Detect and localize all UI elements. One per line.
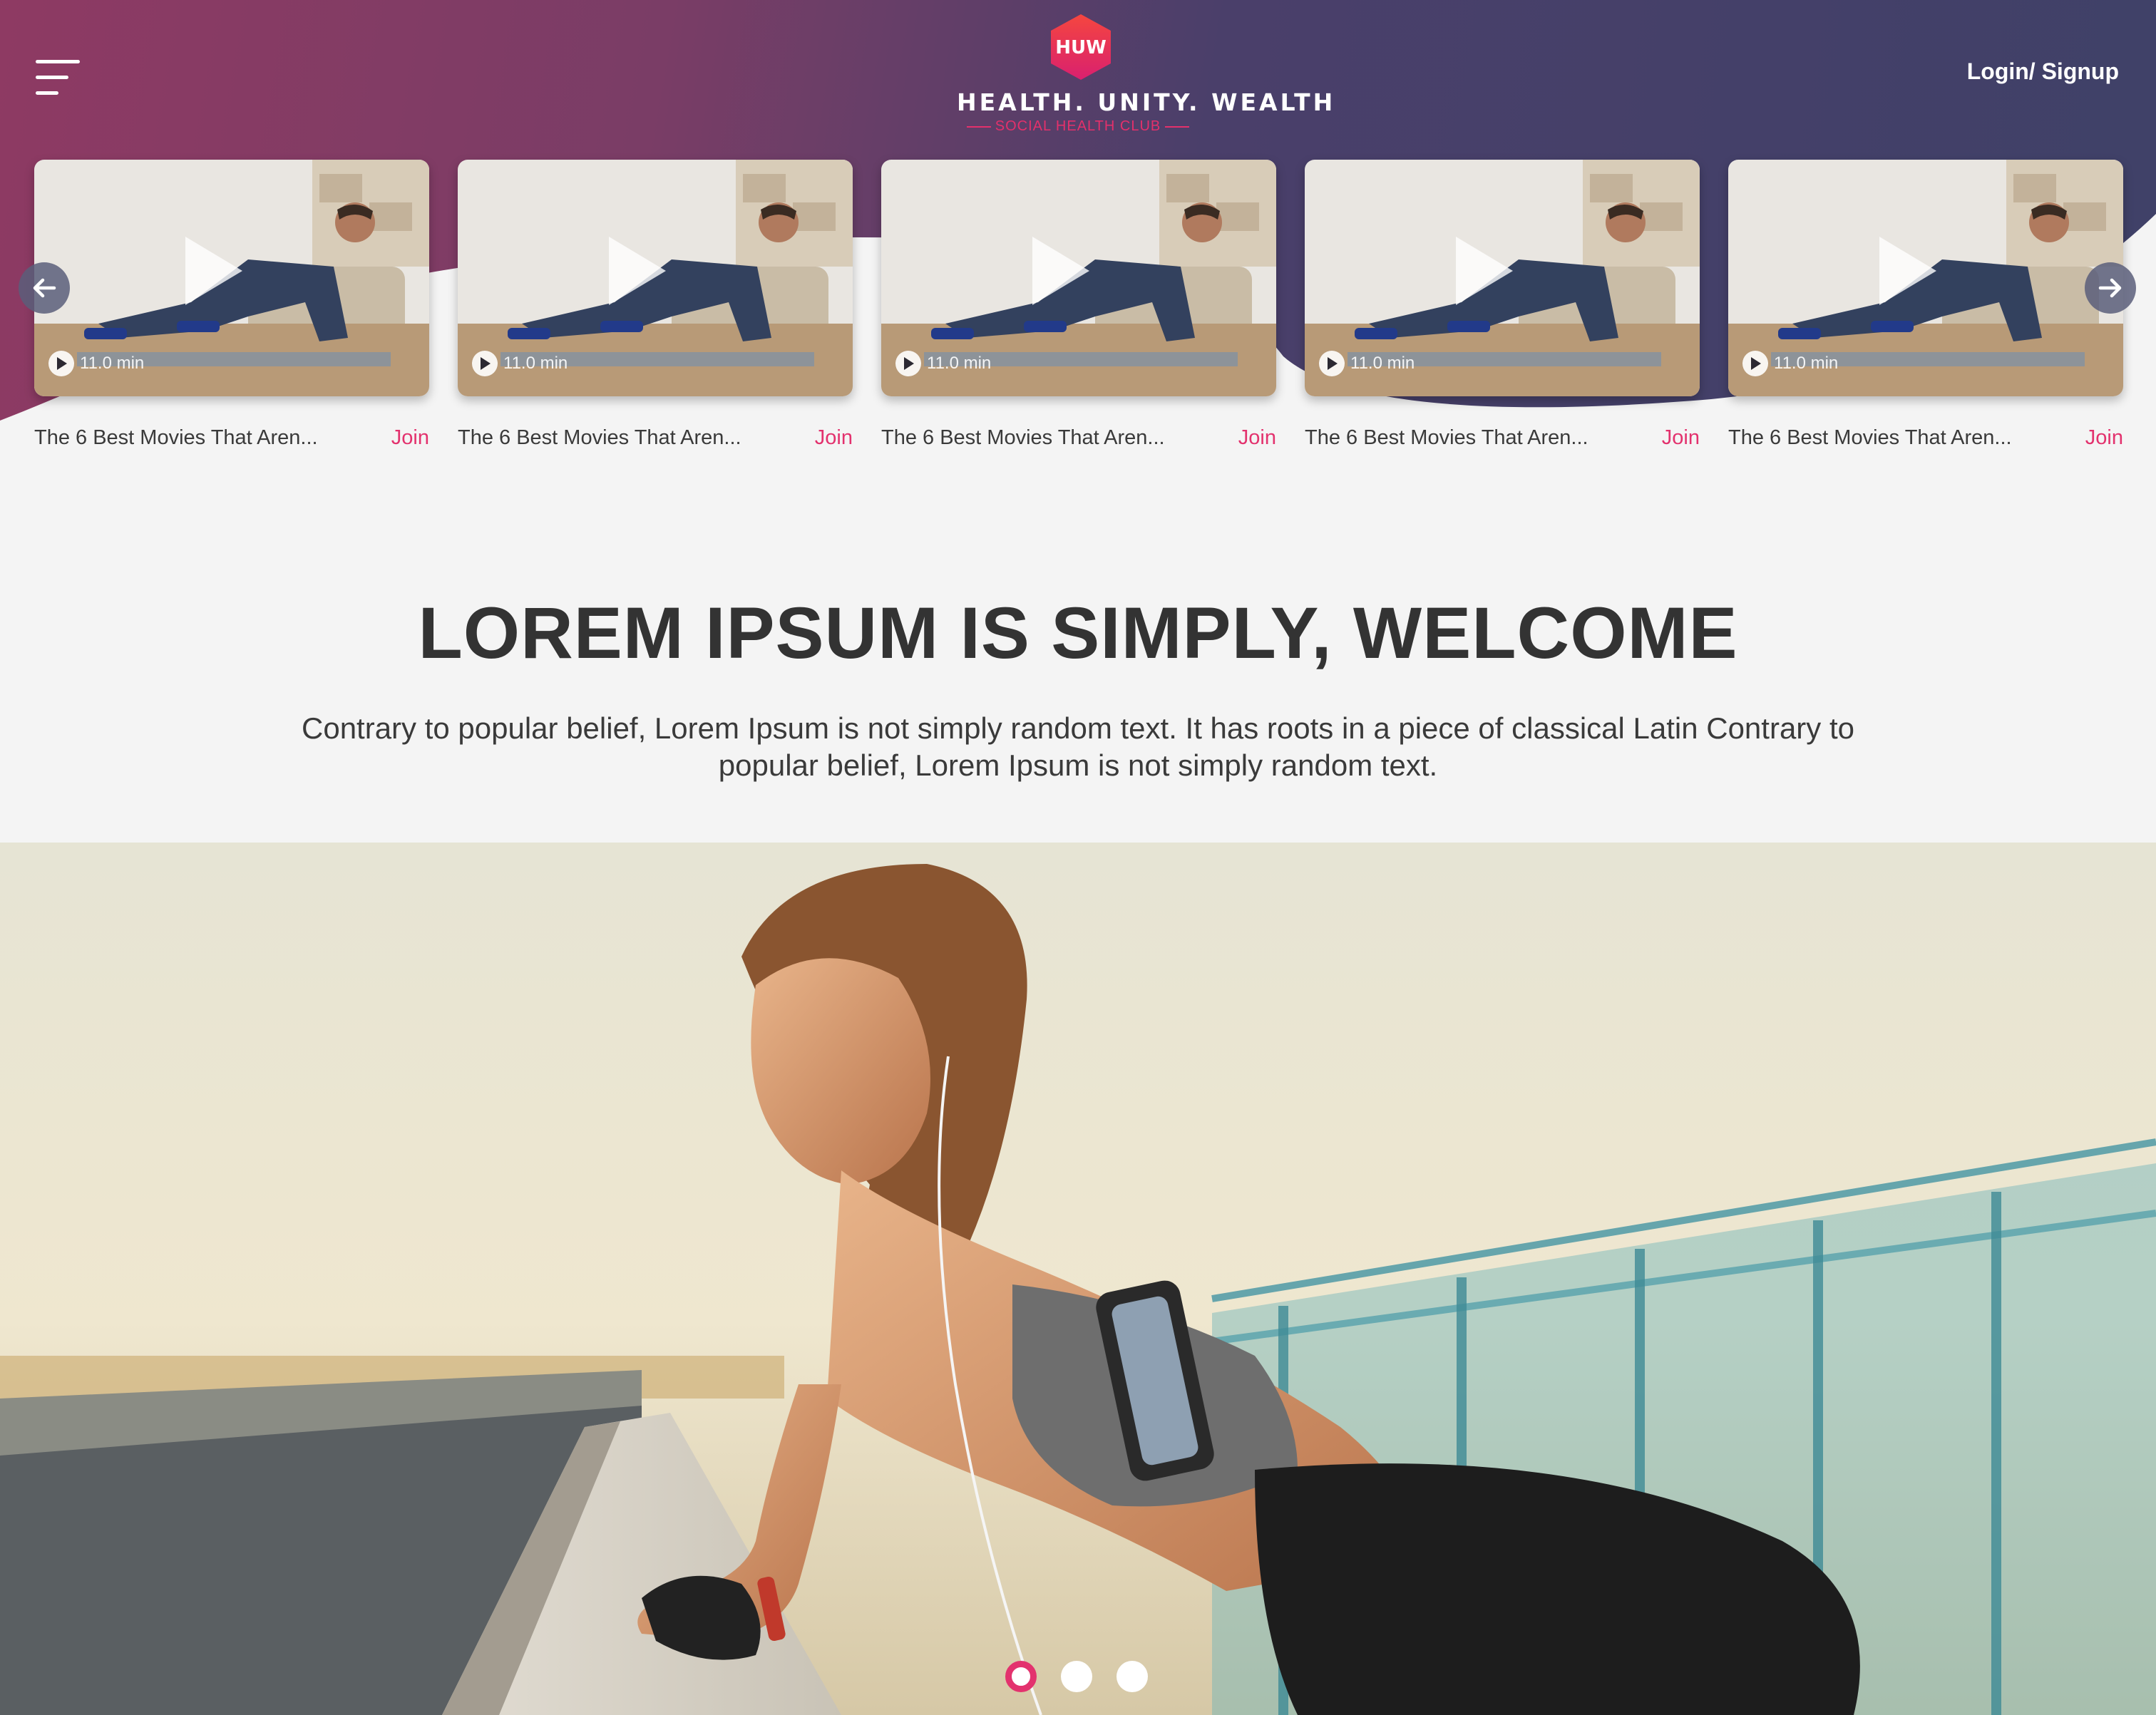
small-play-icon (1319, 351, 1345, 376)
play-icon[interactable] (609, 237, 666, 305)
site-logo[interactable]: HUW HEALTH. UNITY. WEALTH SOCIAL HEALTH … (957, 9, 1336, 138)
video-thumbnail[interactable]: 11.0 min (1728, 160, 2123, 396)
logo-hexagon-icon: HUW (1051, 14, 1111, 80)
duration-badge: 11.0 min (1319, 351, 1415, 376)
carousel-prev-button[interactable] (19, 262, 70, 314)
video-thumbnail[interactable]: 11.0 min (34, 160, 429, 396)
duration-text: 11.0 min (927, 354, 992, 373)
menu-line (36, 60, 80, 63)
video-thumbnail[interactable]: 11.0 min (1305, 160, 1700, 396)
join-button[interactable]: Join (391, 426, 429, 450)
banner-photo (0, 843, 2156, 1715)
hero-banner (0, 843, 2156, 1715)
video-title[interactable]: The 6 Best Movies That Aren... (34, 426, 334, 450)
slide-dot-2[interactable] (1061, 1661, 1092, 1692)
hamburger-menu-button[interactable] (36, 60, 83, 96)
menu-line (36, 91, 58, 95)
small-play-icon (48, 351, 74, 376)
video-title[interactable]: The 6 Best Movies That Aren... (881, 426, 1181, 450)
duration-text: 11.0 min (1774, 354, 1839, 373)
duration-badge: 11.0 min (1742, 351, 1838, 376)
arrow-right-icon (2098, 278, 2122, 298)
logo-badge-text: HUW (1055, 37, 1107, 58)
join-button[interactable]: Join (2085, 426, 2123, 450)
welcome-heading: LOREM IPSUM IS SIMPLY, WELCOME (418, 592, 1738, 674)
play-icon[interactable] (1879, 237, 1936, 305)
video-title[interactable]: The 6 Best Movies That Aren... (458, 426, 757, 450)
video-thumbnail[interactable]: 11.0 min (458, 160, 853, 396)
arrow-left-icon (33, 278, 56, 298)
video-thumbnail[interactable]: 11.0 min (881, 160, 1276, 396)
small-play-icon (895, 351, 921, 376)
slider-pagination (1005, 1661, 1148, 1692)
duration-text: 11.0 min (1350, 354, 1415, 373)
duration-badge: 11.0 min (895, 351, 991, 376)
slide-dot-3[interactable] (1116, 1661, 1148, 1692)
duration-badge: 11.0 min (472, 351, 568, 376)
logo-title: HEALTH. UNITY. WEALTH (957, 88, 1336, 116)
duration-badge: 11.0 min (48, 351, 144, 376)
welcome-paragraph: Contrary to popular belief, Lorem Ipsum … (302, 711, 1854, 782)
video-carousel: 11.0 min The 6 Best Movies That Aren... … (34, 160, 2123, 459)
play-icon[interactable] (1032, 237, 1089, 305)
video-title[interactable]: The 6 Best Movies That Aren... (1728, 426, 2028, 450)
slide-dot-1[interactable] (1005, 1661, 1037, 1692)
join-button[interactable]: Join (815, 426, 853, 450)
carousel-next-button[interactable] (2085, 262, 2136, 314)
play-icon[interactable] (185, 237, 242, 305)
menu-line (36, 76, 68, 79)
login-signup-link[interactable]: Login/ Signup (1967, 58, 2119, 85)
duration-text: 11.0 min (503, 354, 568, 373)
video-title[interactable]: The 6 Best Movies That Aren... (1305, 426, 1604, 450)
small-play-icon (1742, 351, 1768, 376)
play-icon[interactable] (1456, 237, 1513, 305)
join-button[interactable]: Join (1238, 426, 1276, 450)
duration-text: 11.0 min (80, 354, 145, 373)
logo-subtitle: SOCIAL HEALTH CLUB (957, 118, 1199, 135)
small-play-icon (472, 351, 498, 376)
join-button[interactable]: Join (1662, 426, 1700, 450)
